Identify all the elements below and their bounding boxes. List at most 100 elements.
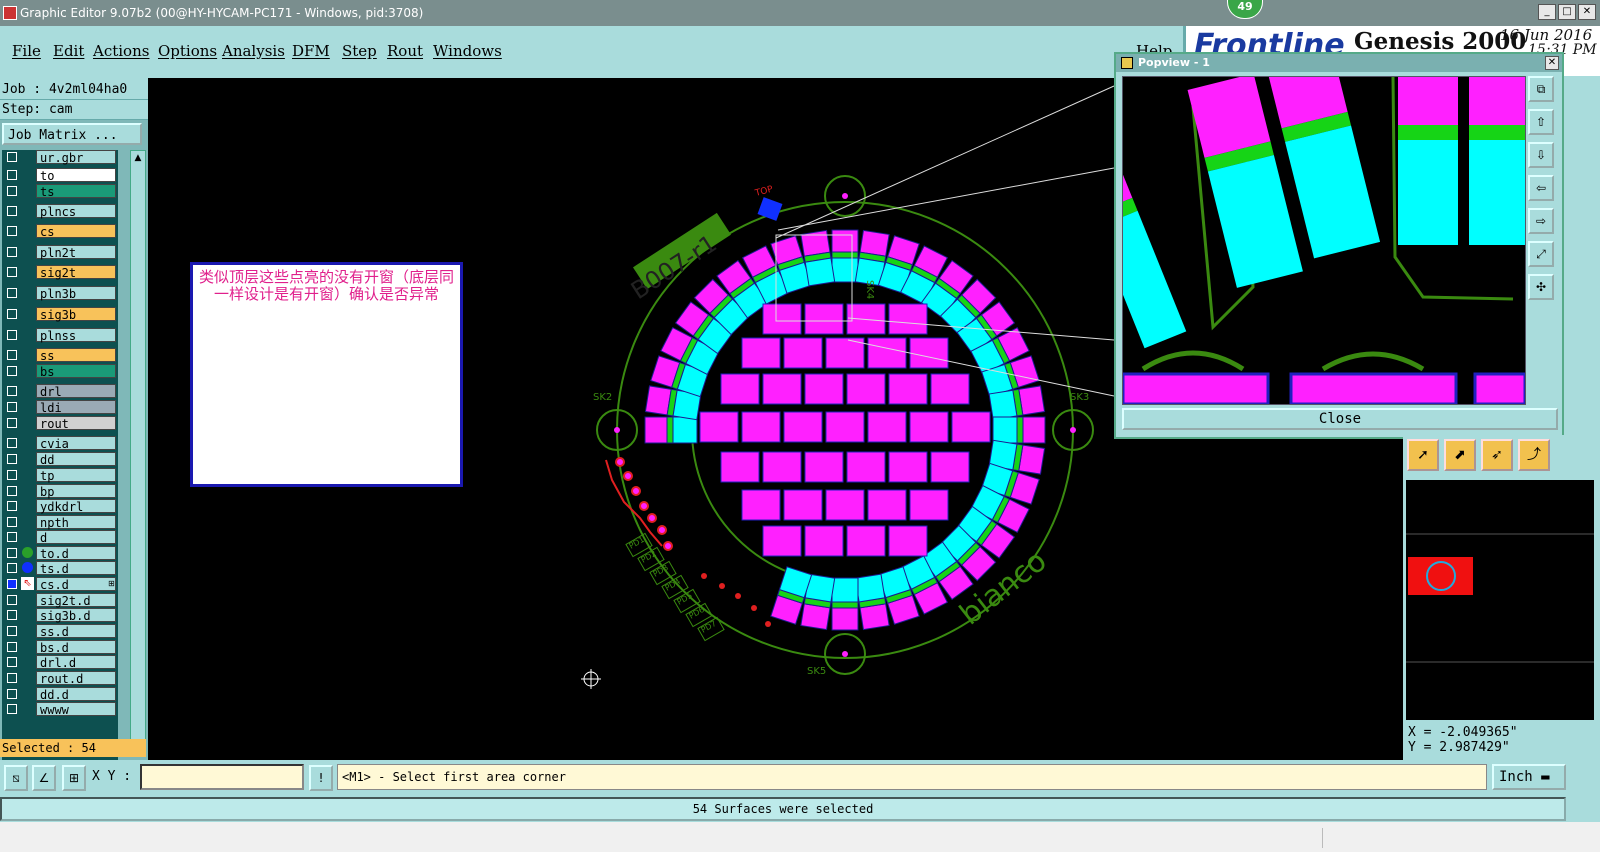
layer-checkbox[interactable] bbox=[7, 657, 17, 667]
layer-row[interactable]: ss.d bbox=[2, 624, 118, 639]
unit-selector[interactable]: Inch ▬ bbox=[1492, 764, 1566, 790]
layer-name[interactable]: ldi bbox=[36, 400, 116, 415]
layer-row[interactable]: plnss bbox=[2, 328, 118, 343]
layer-scrollbar[interactable]: ▲ ▼ bbox=[130, 150, 146, 752]
layer-checkbox[interactable] bbox=[7, 309, 17, 319]
layer-name[interactable]: drl bbox=[36, 384, 116, 399]
layer-checkbox[interactable] bbox=[7, 548, 17, 558]
menu-windows[interactable]: Windows bbox=[433, 42, 502, 60]
layer-checkbox[interactable] bbox=[7, 610, 17, 620]
measure-icon[interactable]: ∠ bbox=[32, 765, 56, 791]
grid-icon[interactable]: ⊞ bbox=[62, 765, 86, 791]
layer-name[interactable]: dd bbox=[36, 452, 116, 467]
maximize-button[interactable]: □ bbox=[1558, 4, 1576, 20]
layer-checkbox[interactable] bbox=[7, 579, 17, 589]
pan-left-icon[interactable]: ⇦ bbox=[1528, 175, 1554, 201]
menu-analysis[interactable]: Analysis bbox=[222, 42, 285, 60]
layer-name[interactable]: npth bbox=[36, 515, 116, 530]
layer-name[interactable]: sig3b.d bbox=[36, 608, 116, 623]
zoom-out-icon[interactable]: ⤢ bbox=[1528, 241, 1554, 267]
layer-checkbox[interactable] bbox=[7, 532, 17, 542]
layer-name[interactable]: ur.gbr bbox=[36, 150, 116, 165]
layer-checkbox[interactable] bbox=[7, 226, 17, 236]
select-tool-icon[interactable]: ➚ bbox=[1407, 439, 1439, 471]
popview-close-icon[interactable]: ✕ bbox=[1545, 56, 1559, 70]
layer-name[interactable]: to.d bbox=[36, 546, 116, 561]
layer-checkbox[interactable] bbox=[7, 454, 17, 464]
popview-zoom-image[interactable] bbox=[1122, 76, 1526, 405]
layer-checkbox[interactable] bbox=[7, 470, 17, 480]
layer-checkbox[interactable] bbox=[7, 247, 17, 257]
layer-name[interactable]: tp bbox=[36, 468, 116, 483]
layer-checkbox[interactable] bbox=[7, 152, 17, 162]
layer-row[interactable]: drl.d bbox=[2, 655, 118, 670]
layer-row[interactable]: to bbox=[2, 168, 118, 183]
layer-checkbox[interactable] bbox=[7, 186, 17, 196]
layer-name[interactable]: plnss bbox=[36, 328, 116, 343]
layer-row[interactable]: sig2t bbox=[2, 265, 118, 280]
layer-row[interactable]: bs bbox=[2, 364, 118, 379]
layer-checkbox[interactable] bbox=[7, 486, 17, 496]
layer-checkbox[interactable] bbox=[7, 517, 17, 527]
popview-titlebar[interactable]: Popview - 1 bbox=[1116, 54, 1562, 72]
alert-icon[interactable]: ! bbox=[309, 765, 333, 791]
pan-down-icon[interactable]: ⇩ bbox=[1528, 142, 1554, 168]
layer-row[interactable]: ts.d bbox=[2, 561, 118, 576]
menu-step[interactable]: Step bbox=[342, 42, 377, 60]
layer-row[interactable]: ss bbox=[2, 348, 118, 363]
layer-row[interactable]: rout.d bbox=[2, 671, 118, 686]
layer-name[interactable]: d bbox=[36, 530, 116, 545]
minimize-button[interactable]: _ bbox=[1538, 4, 1556, 20]
layer-name[interactable]: rout bbox=[36, 416, 116, 431]
layer-name[interactable]: bp bbox=[36, 484, 116, 499]
overview-map[interactable] bbox=[1406, 480, 1594, 720]
menu-options[interactable]: Options bbox=[158, 42, 217, 60]
layer-row[interactable]: cvia bbox=[2, 436, 118, 451]
layer-row[interactable]: drl bbox=[2, 384, 118, 399]
layer-checkbox[interactable] bbox=[7, 626, 17, 636]
layer-row[interactable]: plncs bbox=[2, 204, 118, 219]
layer-row[interactable]: dd.d bbox=[2, 687, 118, 702]
layer-name[interactable]: plncs bbox=[36, 204, 116, 219]
layer-name[interactable]: ss bbox=[36, 348, 116, 363]
layer-row[interactable]: tp bbox=[2, 468, 118, 483]
layer-row[interactable]: sig3b.d bbox=[2, 608, 118, 623]
layer-checkbox[interactable] bbox=[7, 689, 17, 699]
layer-name[interactable]: bs.d bbox=[36, 640, 116, 655]
layer-checkbox[interactable] bbox=[7, 402, 17, 412]
layer-row[interactable]: dd bbox=[2, 452, 118, 467]
select-net-tool-icon[interactable]: ⤴ bbox=[1518, 439, 1550, 471]
menu-file[interactable]: File bbox=[12, 42, 41, 60]
layer-row[interactable]: sig2t.d bbox=[2, 593, 118, 608]
job-matrix-button[interactable]: Job Matrix ... bbox=[2, 123, 142, 145]
layer-checkbox[interactable] bbox=[7, 366, 17, 376]
layer-checkbox[interactable] bbox=[7, 704, 17, 714]
layer-checkbox[interactable] bbox=[7, 267, 17, 277]
layer-checkbox[interactable] bbox=[7, 642, 17, 652]
layer-row[interactable]: wwww bbox=[2, 702, 118, 717]
layer-row[interactable]: ⇖ cs.d ⊞ bbox=[2, 577, 118, 592]
layer-checkbox[interactable] bbox=[7, 206, 17, 216]
layer-name[interactable]: ydkdrl bbox=[36, 499, 116, 514]
layer-checkbox[interactable] bbox=[7, 501, 17, 511]
layer-row[interactable]: bs.d bbox=[2, 640, 118, 655]
menu-edit[interactable]: Edit bbox=[53, 42, 84, 60]
zoom-in-icon[interactable]: ✣ bbox=[1528, 274, 1554, 300]
layer-name[interactable]: to bbox=[36, 168, 116, 183]
layer-checkbox[interactable] bbox=[7, 673, 17, 683]
layer-name[interactable]: pln3b bbox=[36, 286, 116, 301]
layer-row[interactable]: ldi bbox=[2, 400, 118, 415]
layer-row[interactable]: pln3b bbox=[2, 286, 118, 301]
layer-row[interactable]: cs bbox=[2, 224, 118, 239]
layer-name[interactable]: ts.d bbox=[36, 561, 116, 576]
layer-row[interactable]: d bbox=[2, 530, 118, 545]
select-box-tool-icon[interactable]: ⬈ bbox=[1444, 439, 1476, 471]
layer-name[interactable]: drl.d bbox=[36, 655, 116, 670]
layer-checkbox[interactable] bbox=[7, 418, 17, 428]
layer-row[interactable]: ts bbox=[2, 184, 118, 199]
popview-close-button[interactable]: Close bbox=[1122, 408, 1558, 430]
zoom-fit-icon[interactable]: ⧉ bbox=[1528, 76, 1554, 102]
layer-name[interactable]: bs bbox=[36, 364, 116, 379]
layer-checkbox[interactable] bbox=[7, 563, 17, 573]
layer-name[interactable]: ss.d bbox=[36, 624, 116, 639]
